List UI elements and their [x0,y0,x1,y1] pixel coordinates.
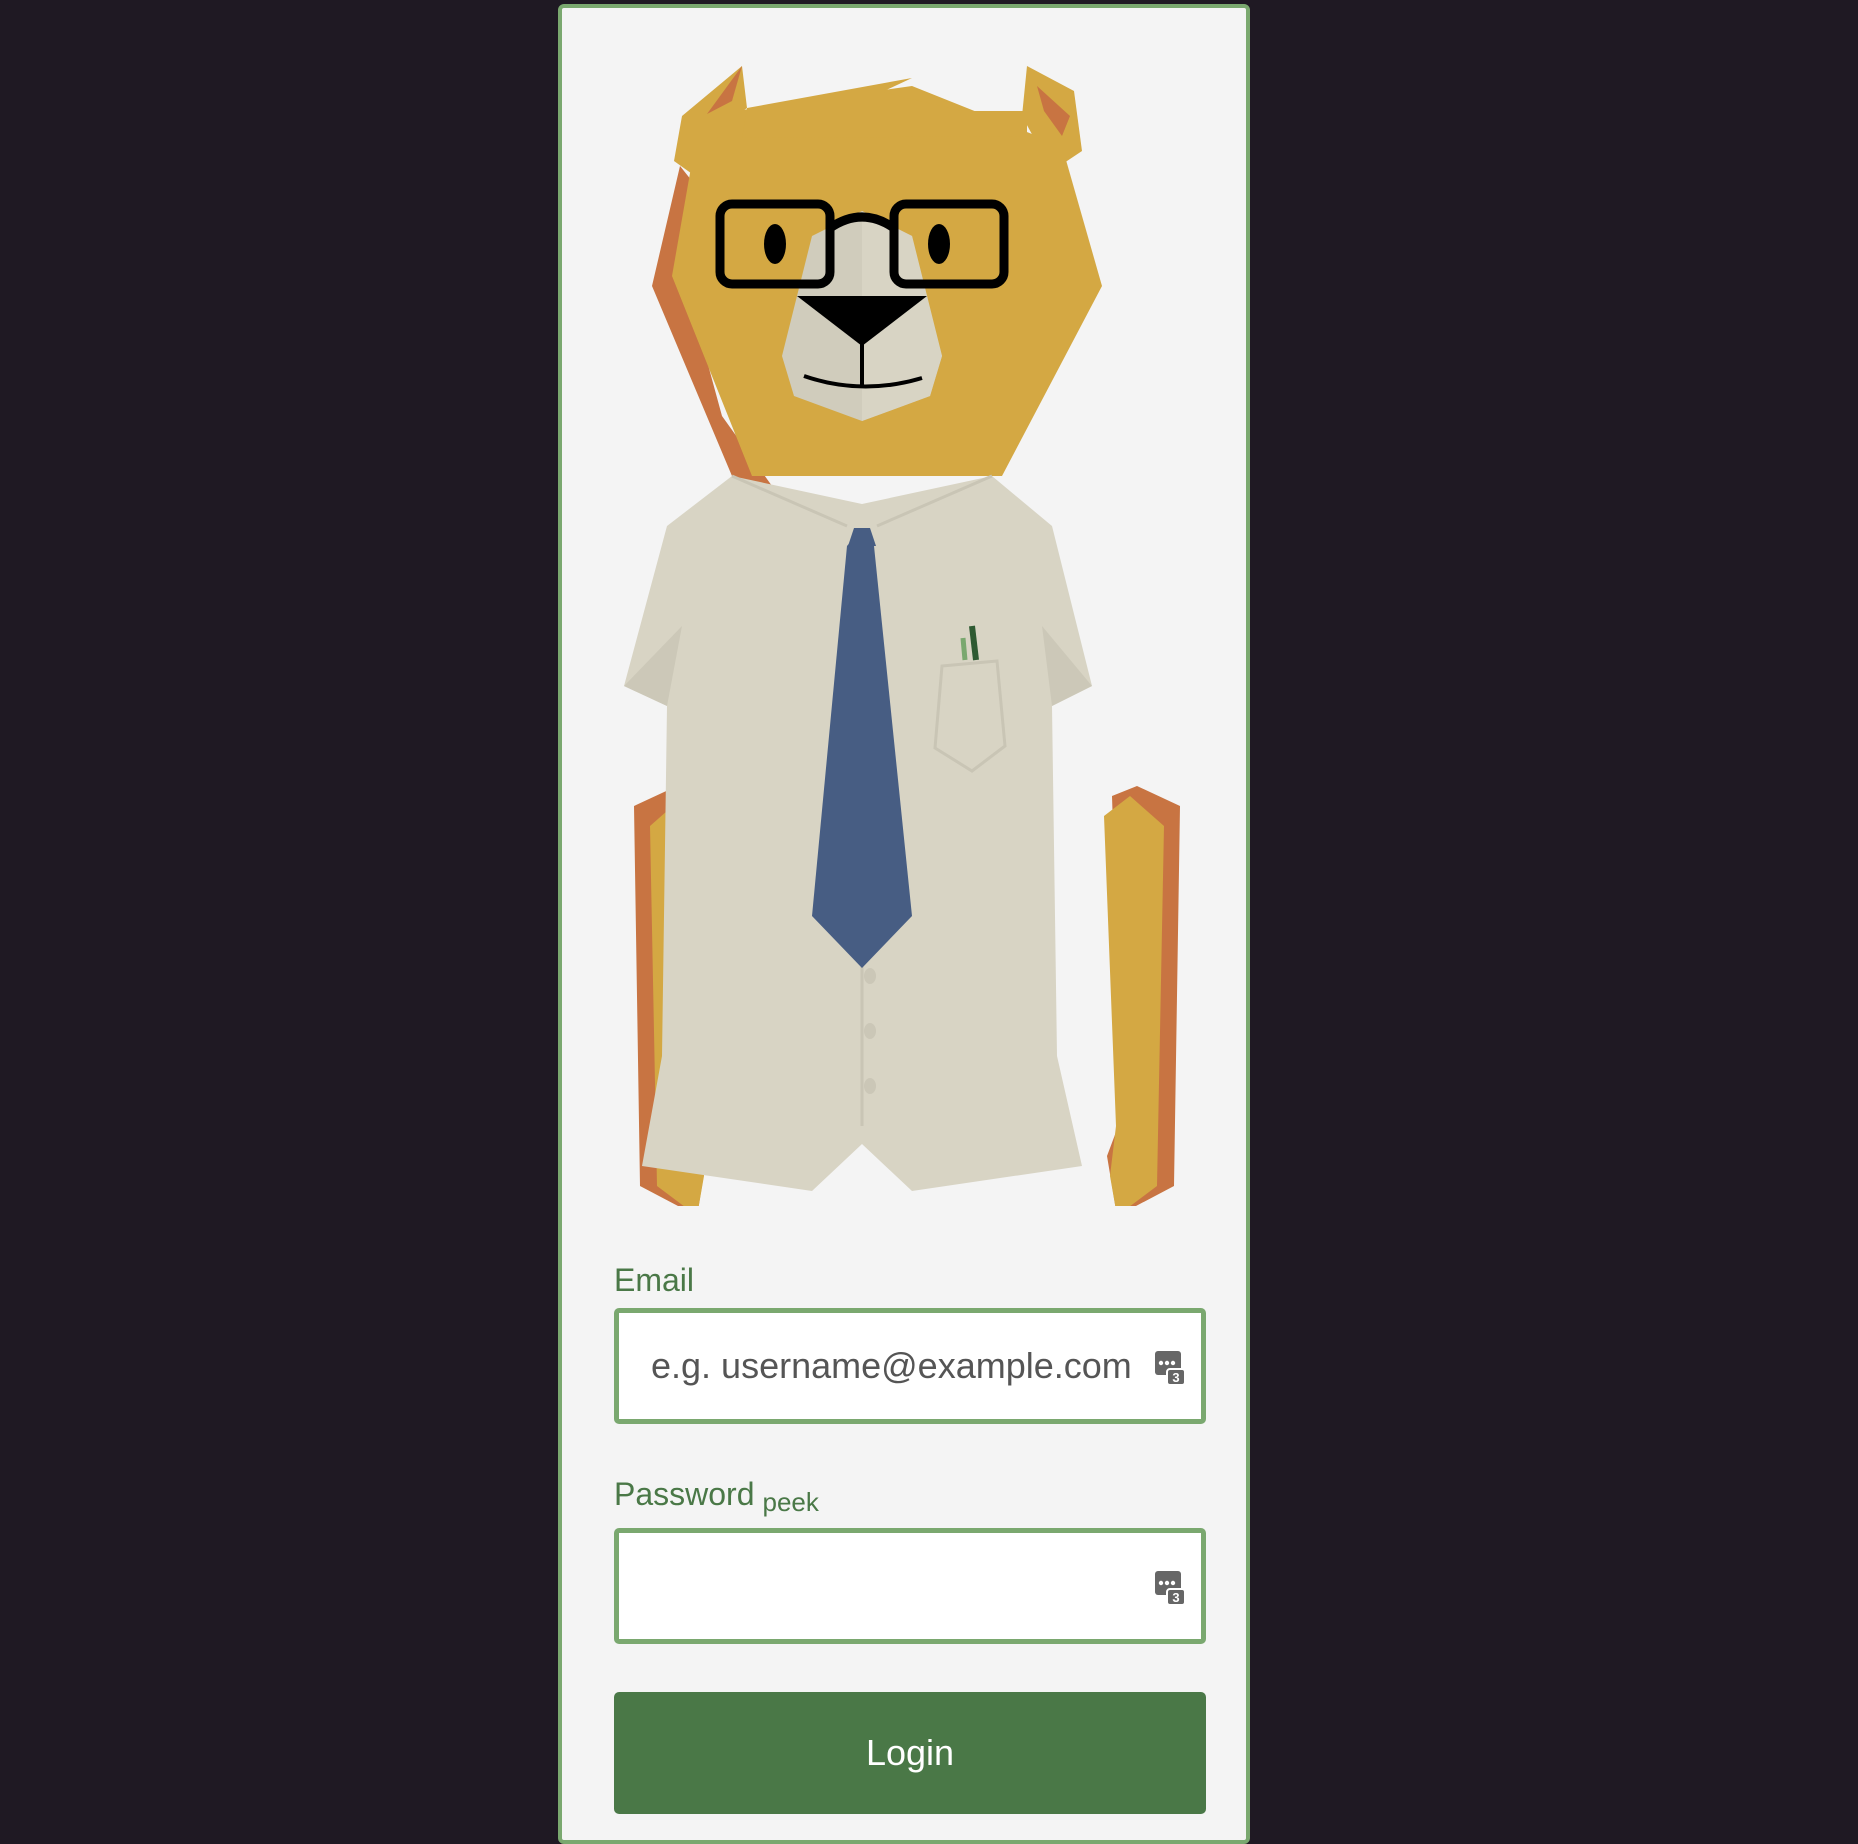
password-manager-badge: 3 [1172,1590,1179,1605]
login-button[interactable]: Login [614,1692,1206,1814]
email-label: Email [614,1262,695,1298]
email-input[interactable] [651,1313,1131,1419]
email-field[interactable]: 3 [614,1308,1206,1424]
password-field[interactable]: 3 [614,1528,1206,1644]
password-label-text: Password [614,1476,755,1512]
peek-link[interactable]: peek [763,1487,819,1517]
password-manager-badge: 3 [1172,1370,1179,1385]
bear-mascot-illustration [624,66,1180,1206]
password-label: Password peek [614,1474,819,1517]
password-input[interactable] [651,1533,1131,1639]
login-card: Email 3 Password peek 3 Login [558,4,1250,1844]
password-manager-icon[interactable]: 3 [1153,1349,1187,1387]
password-manager-icon[interactable]: 3 [1153,1569,1187,1607]
